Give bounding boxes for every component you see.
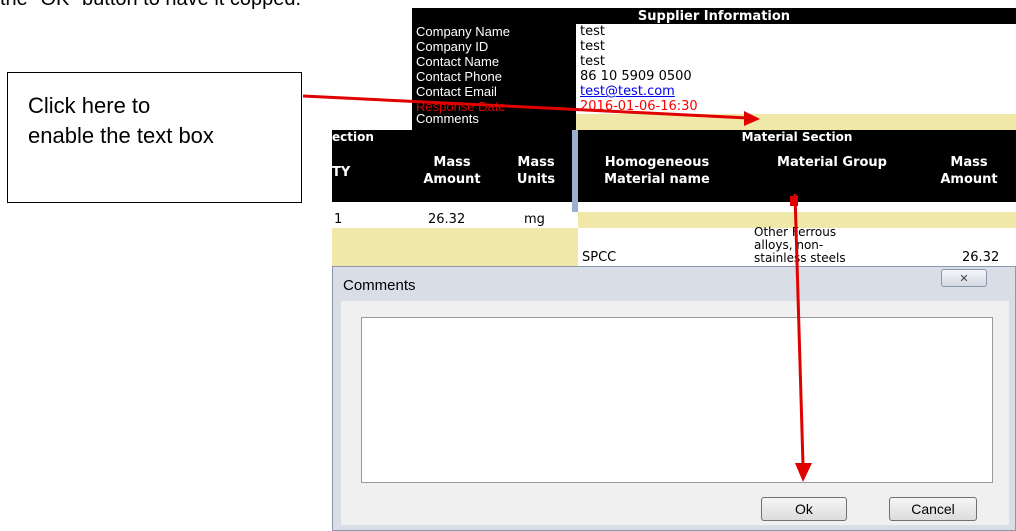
comments-label: Comments (416, 111, 479, 126)
row2-left-highlight (332, 228, 578, 266)
value-company-id: test (580, 39, 605, 54)
col-mass-units: Mass Units (516, 155, 556, 187)
row1-units: mg (524, 212, 545, 227)
row1-mass: 26.32 (428, 212, 466, 227)
dialog-close-button[interactable]: ✕ (941, 269, 987, 287)
col-mass-amount: Mass Amount (423, 155, 481, 187)
comments-dialog: Comments ✕ Ok Cancel (332, 266, 1016, 531)
left-section-title: ection (332, 130, 374, 144)
dialog-title: Comments (343, 277, 416, 294)
callout-box: Click here to enable the text box (7, 72, 302, 203)
section-header-left: ection (332, 130, 572, 144)
supplier-labels: Company Name Company ID Contact Name Con… (416, 24, 572, 114)
ok-button[interactable]: Ok (761, 497, 847, 521)
label-contact-phone: Contact Phone (416, 69, 503, 84)
col-mass-amount-2: Mass Amount (940, 155, 998, 187)
value-contact-phone: 86 10 5909 0500 (580, 69, 692, 84)
callout-line-2: enable the text box (28, 123, 214, 148)
label-company-id: Company ID (416, 39, 489, 54)
value-contact-email[interactable]: test@test.com (576, 84, 1016, 99)
table-row (332, 202, 1016, 212)
row2-group: Other Ferrous alloys, non-stainless stee… (754, 225, 846, 265)
row-divider (572, 202, 578, 212)
cancel-button[interactable]: Cancel (889, 497, 977, 521)
callout-line-1: Click here to (28, 93, 151, 118)
dialog-content: Ok Cancel (341, 301, 1009, 525)
comments-field[interactable] (576, 114, 1016, 130)
col-material-group: Material Group (777, 155, 887, 170)
section-header-right: Material Section (578, 130, 1016, 144)
value-response-date: 2016-01-06-16:30 (580, 99, 698, 114)
col-ty: TY (332, 165, 351, 180)
close-icon: ✕ (959, 272, 969, 285)
row2-material: SPCC (582, 250, 617, 265)
row2-mass: 26.32 (962, 250, 1000, 265)
table-row-2[interactable]: SPCC Other Ferrous alloys, non-stainless… (332, 225, 1016, 266)
label-contact-name: Contact Name (416, 54, 500, 69)
value-contact-name: test (580, 54, 605, 69)
col-homogeneous: Homogeneous Material name (604, 155, 710, 187)
comments-textarea[interactable] (361, 317, 993, 483)
material-section-title: Material Section (741, 130, 853, 144)
col-divider (572, 144, 578, 202)
supplier-info-title: Supplier Information (637, 9, 791, 24)
supplier-values: test test test 86 10 5909 0500 test@test… (576, 24, 1016, 114)
row1-qty: 1 (334, 212, 343, 227)
label-contact-email: Contact Email (416, 84, 497, 99)
app-screenshot: Supplier Information Company Name Compan… (332, 8, 1016, 531)
label-company-name: Company Name (416, 24, 510, 39)
page-caption: the "OK" button to have it copped. (0, 0, 301, 11)
value-company-name: test (580, 24, 605, 39)
table-row-1[interactable]: 1 26.32 mg (332, 212, 1016, 228)
column-header-row: TY Mass Amount Mass Units Homogeneous Ma… (332, 144, 1016, 202)
